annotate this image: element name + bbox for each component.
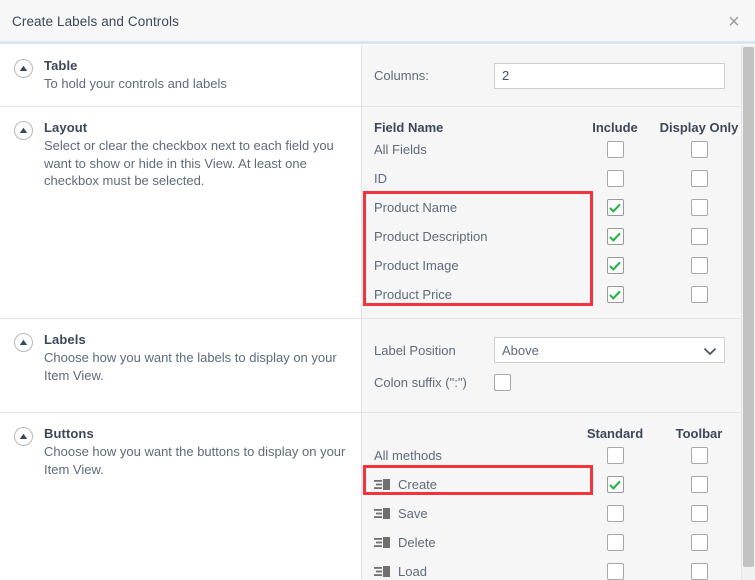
header-field-name: Field Name — [374, 120, 573, 135]
sections-pane: Table To hold your controls and labels L… — [0, 45, 362, 580]
standard-checkbox[interactable] — [607, 447, 624, 464]
table-row: All Fields — [362, 135, 741, 164]
include-checkbox[interactable] — [607, 286, 624, 303]
method-name-label: Create — [398, 477, 437, 492]
field-name-label: Product Price — [374, 287, 573, 302]
toolbar-checkbox[interactable] — [691, 447, 708, 464]
section-title: Layout — [44, 120, 347, 135]
method-icon — [374, 565, 391, 578]
field-name-label: Product Name — [374, 200, 573, 215]
table-row: Product Price — [362, 280, 741, 309]
create-labels-and-controls-dialog: Create Labels and Controls × Table To ho… — [0, 0, 755, 580]
standard-checkbox[interactable] — [607, 563, 624, 580]
include-checkbox[interactable] — [607, 257, 624, 274]
include-checkbox[interactable] — [607, 199, 624, 216]
include-checkbox[interactable] — [607, 170, 624, 187]
section-labels[interactable]: Labels Choose how you want the labels to… — [0, 319, 361, 413]
titlebar-accent-line — [0, 41, 755, 43]
table-row: Save — [362, 499, 741, 528]
header-display-only: Display Only — [657, 120, 741, 135]
standard-checkbox[interactable] — [607, 505, 624, 522]
toolbar-checkbox[interactable] — [691, 476, 708, 493]
toolbar-checkbox[interactable] — [691, 563, 708, 580]
display-only-checkbox[interactable] — [691, 286, 708, 303]
table-row: Load — [362, 557, 741, 580]
table-row: Delete — [362, 528, 741, 557]
close-icon[interactable]: × — [723, 11, 745, 33]
label-position-select[interactable]: Above — [494, 337, 725, 363]
section-description: To hold your controls and labels — [44, 75, 347, 93]
field-name-label: Product Image — [374, 258, 573, 273]
header-standard: Standard — [573, 426, 657, 441]
include-checkbox[interactable] — [607, 228, 624, 245]
method-name-label: All methods — [374, 448, 573, 463]
section-description: Choose how you want the buttons to displ… — [44, 443, 347, 478]
section-title: Labels — [44, 332, 347, 347]
method-icon — [374, 478, 391, 491]
dialog-title: Create Labels and Controls — [12, 14, 179, 29]
colon-suffix-checkbox[interactable] — [494, 374, 511, 391]
colon-suffix-label: Colon suffix (":") — [374, 375, 494, 390]
display-only-checkbox[interactable] — [691, 170, 708, 187]
section-buttons[interactable]: Buttons Choose how you want the buttons … — [0, 413, 361, 533]
section-title: Table — [44, 58, 347, 73]
table-row: ID — [362, 164, 741, 193]
vertical-scrollbar-thumb[interactable] — [743, 47, 754, 567]
section-description: Choose how you want the labels to displa… — [44, 349, 347, 384]
triangle-up-icon[interactable] — [14, 427, 33, 446]
display-only-checkbox[interactable] — [691, 141, 708, 158]
columns-label: Columns: — [374, 68, 494, 83]
labels-settings-group: Label Position Above Colon suffix (":") — [362, 319, 741, 413]
header-toolbar: Toolbar — [657, 426, 741, 441]
dialog-titlebar: Create Labels and Controls × — [0, 0, 755, 44]
display-only-checkbox[interactable] — [691, 257, 708, 274]
triangle-up-icon[interactable] — [14, 333, 33, 352]
method-name-label: Load — [398, 564, 427, 579]
table-settings-group: Columns: — [362, 45, 741, 107]
field-name-label: ID — [374, 171, 573, 186]
triangle-up-icon[interactable] — [14, 59, 33, 78]
header-include: Include — [573, 120, 657, 135]
layout-settings-group: Field Name Include Display Only All Fiel… — [362, 107, 741, 319]
field-name-label: All Fields — [374, 142, 573, 157]
settings-pane: Columns: Field Name Include Display Only… — [362, 45, 741, 580]
method-icon — [374, 507, 391, 520]
table-row: All methods — [362, 441, 741, 470]
section-description: Select or clear the checkbox next to eac… — [44, 137, 347, 190]
include-checkbox[interactable] — [607, 141, 624, 158]
table-row: Product Name — [362, 193, 741, 222]
standard-checkbox[interactable] — [607, 534, 624, 551]
fields-table-header: Field Name Include Display Only — [362, 107, 741, 135]
field-name-label: Product Description — [374, 229, 573, 244]
methods-table-header: Standard Toolbar — [362, 413, 741, 441]
table-row: Product Description — [362, 222, 741, 251]
toolbar-checkbox[interactable] — [691, 534, 708, 551]
method-icon — [374, 536, 391, 549]
method-name-label: Save — [398, 506, 428, 521]
toolbar-checkbox[interactable] — [691, 505, 708, 522]
dialog-body: Table To hold your controls and labels L… — [0, 45, 755, 580]
section-table[interactable]: Table To hold your controls and labels — [0, 45, 361, 107]
fields-table: Field Name Include Display Only All Fiel… — [362, 107, 741, 309]
table-row: Product Image — [362, 251, 741, 280]
methods-table: Standard Toolbar All methods — [362, 413, 741, 580]
triangle-up-icon[interactable] — [14, 121, 33, 140]
display-only-checkbox[interactable] — [691, 199, 708, 216]
method-name-label: Delete — [398, 535, 436, 550]
section-title: Buttons — [44, 426, 347, 441]
columns-input[interactable] — [494, 63, 725, 89]
label-position-label: Label Position — [374, 343, 494, 358]
buttons-settings-group: Standard Toolbar All methods — [362, 413, 741, 580]
standard-checkbox[interactable] — [607, 476, 624, 493]
display-only-checkbox[interactable] — [691, 228, 708, 245]
table-row: Create — [362, 470, 741, 499]
section-layout[interactable]: Layout Select or clear the checkbox next… — [0, 107, 361, 319]
